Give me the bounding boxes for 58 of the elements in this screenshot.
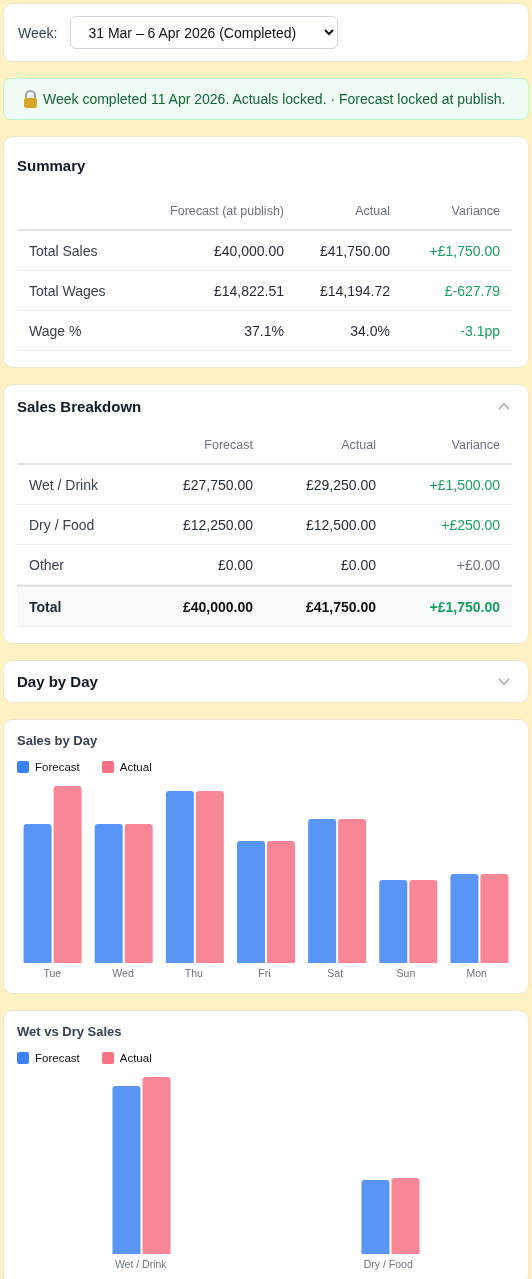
chevron-down-icon[interactable] (498, 677, 510, 686)
table-cell-text: £0.00 (216, 556, 254, 573)
section-title: Summary (17, 156, 86, 174)
axis-label: Dry / Food (363, 1258, 413, 1270)
row-label: Total Wages (28, 282, 107, 299)
notice-text: Week completed 11 Apr 2026. Actuals locked. · Forecast locked at publish. (43, 91, 506, 107)
chart-title: Wet vs Dry Sales (17, 1024, 123, 1039)
legend-label: Actual (119, 761, 152, 773)
column-header: Actual (354, 204, 391, 218)
section-title: Sales Breakdown (17, 397, 142, 415)
table-cell-text: £14,822.51 (212, 282, 285, 299)
axis-label: Thu (184, 967, 203, 979)
axis-label: Sat (327, 967, 344, 979)
week-label: Week: (18, 24, 58, 41)
column-header: Variance (450, 204, 501, 218)
table-cell-text: £29,250.00 (304, 476, 377, 493)
table-cell-text: £40,000.00 (181, 598, 254, 615)
row-label: Total (28, 598, 63, 615)
table-cell-text: £0.00 (339, 556, 377, 573)
row-label: Other (28, 556, 65, 573)
week-select[interactable]: 31 Mar – 6 Apr 2026 (Completed) (70, 16, 339, 49)
axis-label: Wed (112, 967, 134, 979)
table-cell-text: £41,750.00 (304, 598, 377, 615)
axis-label: Wet / Drink (114, 1258, 167, 1270)
variance-value: +£1,500.00 (428, 476, 501, 493)
variance-value: +£0.00 (455, 556, 501, 573)
column-header: Forecast (at publish) (169, 204, 285, 218)
legend-label: Actual (119, 1052, 152, 1064)
table-cell-text: 34.0% (349, 322, 391, 339)
table-cell-text: £27,750.00 (181, 476, 254, 493)
axis-label: Mon (466, 967, 487, 979)
column-header: Variance (450, 438, 501, 452)
table-cell-text: £40,000.00 (212, 242, 285, 259)
table-cell-text: £14,194.72 (318, 282, 391, 299)
column-header: Actual (340, 438, 377, 452)
table-cell-text: £12,500.00 (304, 516, 377, 533)
padlock-icon (22, 90, 39, 108)
axis-label: Tue (43, 967, 62, 979)
legend-label: Forecast (35, 1052, 80, 1064)
row-label: Dry / Food (28, 516, 96, 533)
chevron-up-icon[interactable] (498, 402, 510, 410)
table-cell-text: 37.1% (243, 322, 285, 339)
row-label: Wage % (28, 322, 83, 339)
section-title: Day by Day (17, 673, 98, 690)
axis-label: Fri (258, 967, 271, 979)
table-cell-text: £12,250.00 (181, 516, 254, 533)
row-label: Wet / Drink (28, 476, 99, 493)
row-label: Total Sales (28, 242, 99, 259)
axis-label: Sun (396, 967, 416, 979)
variance-value: -3.1pp (459, 322, 501, 339)
legend-label: Forecast (35, 761, 80, 773)
chart-title: Sales by Day (17, 733, 99, 748)
table-cell-text: £41,750.00 (318, 242, 391, 259)
column-header: Forecast (203, 438, 254, 452)
variance-value: +£250.00 (440, 516, 501, 533)
variance-value: +£1,750.00 (428, 598, 501, 615)
variance-value: £-627.79 (443, 282, 501, 299)
variance-value: +£1,750.00 (428, 242, 501, 259)
